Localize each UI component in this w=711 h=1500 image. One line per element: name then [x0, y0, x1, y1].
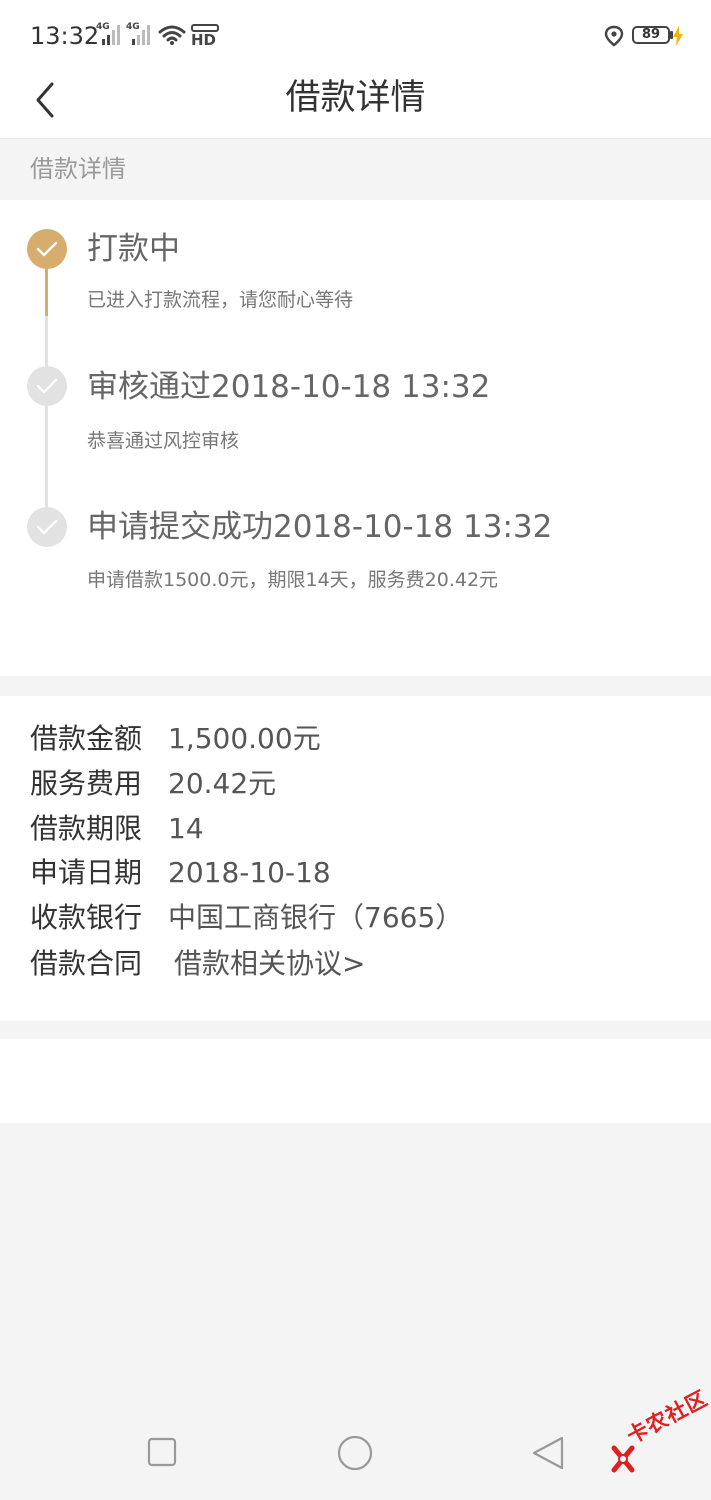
step-subtitle: 已进入打款流程，请您耐心等待 — [87, 289, 354, 311]
step-subtitle: 申请借款1500.0元，期限14天，服务费20.42元 — [87, 569, 499, 591]
signal-icon-1: 4G — [96, 22, 122, 48]
timeline-line — [45, 406, 48, 507]
check-icon — [36, 519, 58, 535]
detail-label: 服务费用 — [30, 767, 143, 800]
detail-value: 2018-10-18 — [168, 856, 331, 889]
detail-row-date: 申请日期 2018-10-18 — [30, 853, 331, 893]
detail-value: 中国工商银行（7665） — [168, 901, 464, 934]
step-check-icon — [27, 366, 67, 406]
detail-row-amount: 借款金额 1,500.00元 — [30, 719, 321, 759]
detail-label: 申请日期 — [30, 856, 143, 889]
step-check-icon — [27, 507, 67, 547]
step-title: 打款中 — [87, 231, 180, 267]
check-icon — [36, 378, 58, 394]
blank-panel — [0, 1039, 711, 1123]
step-title: 审核通过2018-10-18 13:32 — [87, 369, 491, 405]
watermark-logo: 卡农社区 — [604, 1386, 711, 1488]
signal-icon-2: 4G — [126, 22, 152, 48]
detail-row-fee: 服务费用 20.42元 — [30, 764, 276, 804]
detail-label: 借款期限 — [30, 812, 143, 845]
detail-label: 借款合同 — [30, 947, 143, 980]
status-time: 13:32 — [30, 22, 100, 50]
check-icon — [36, 241, 58, 257]
hd-label: HD — [191, 31, 216, 48]
home-button[interactable] — [337, 1435, 373, 1471]
app-header: 借款详情 — [0, 72, 711, 139]
watermark-logo-icon — [611, 1445, 635, 1473]
battery-level: 89 — [641, 27, 661, 42]
section-label: 借款详情 — [30, 155, 126, 183]
detail-label: 借款金额 — [30, 722, 143, 755]
status-timeline: 打款中 已进入打款流程，请您耐心等待 审核通过2018-10-18 13:32 … — [0, 200, 711, 676]
step-check-icon-active — [27, 229, 67, 269]
detail-value: 14 — [168, 812, 204, 845]
charging-bolt-icon — [673, 26, 683, 46]
page-title: 借款详情 — [285, 78, 426, 118]
battery-icon: 89 — [632, 26, 670, 44]
back-nav-button[interactable] — [530, 1435, 566, 1471]
hd-icon: HD — [191, 24, 219, 48]
status-bar: 13:32 4G 4G HD 89 — [0, 0, 711, 72]
watermark-text: 卡农社区 — [622, 1385, 711, 1449]
wifi-icon — [158, 25, 186, 45]
detail-row-term: 借款期限 14 — [30, 809, 204, 849]
timeline-line — [45, 316, 48, 366]
location-icon — [604, 25, 624, 47]
detail-row-contract: 借款合同 借款相关协议> — [30, 944, 365, 984]
detail-value: 20.42元 — [168, 767, 277, 800]
detail-row-bank: 收款银行 中国工商银行（7665） — [30, 898, 463, 938]
detail-label: 收款银行 — [30, 901, 143, 934]
section-header: 借款详情 — [0, 139, 711, 200]
step-subtitle: 恭喜通过风控审核 — [87, 430, 240, 452]
detail-value: 1,500.00元 — [168, 722, 321, 755]
loan-details: 借款金额 1,500.00元 服务费用 20.42元 借款期限 14 申请日期 2018… — [0, 696, 711, 1021]
contract-link[interactable]: 借款相关协议> — [174, 947, 365, 980]
recent-apps-button[interactable] — [147, 1437, 177, 1467]
step-title: 申请提交成功2018-10-18 13:32 — [87, 509, 553, 545]
